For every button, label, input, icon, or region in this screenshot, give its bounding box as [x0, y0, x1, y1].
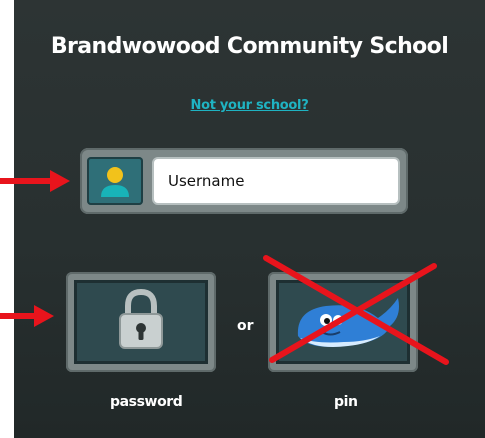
username-input[interactable] [152, 157, 400, 205]
password-option-button[interactable] [66, 272, 216, 372]
pin-option-button[interactable] [268, 272, 418, 372]
not-your-school-link[interactable]: Not your school? [14, 98, 485, 113]
pin-tile-inner [276, 280, 410, 364]
school-name: Brandwowood Community School [50, 34, 449, 59]
user-icon [87, 157, 143, 205]
or-separator: or [237, 318, 254, 334]
login-panel: Brandwowood Community School Not your sc… [14, 0, 485, 438]
password-option-label: password [110, 394, 183, 410]
pin-option-label: pin [334, 394, 358, 410]
username-field-group [80, 148, 408, 214]
password-tile-inner [74, 280, 208, 364]
whale-icon [297, 298, 399, 347]
padlock-icon [119, 288, 163, 349]
